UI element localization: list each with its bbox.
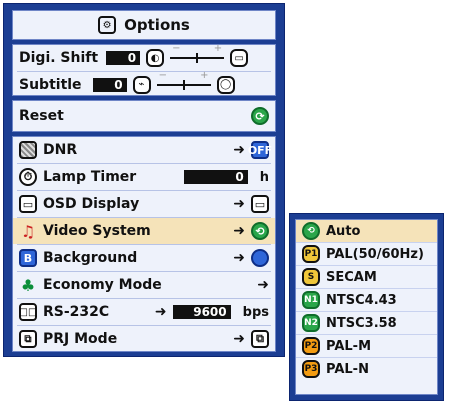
adjust-box: Digi. Shift 0 ◐ − + ▭ Subtitle 0 ⌁ − + ◯ bbox=[12, 43, 276, 96]
video-option-pal-m-label: PAL-M bbox=[326, 338, 372, 354]
p2-icon: P2 bbox=[302, 337, 320, 355]
prj-mode-label: PRJ Mode bbox=[43, 331, 118, 347]
video-system-label: Video System bbox=[43, 223, 151, 239]
digi-shift-label: Digi. Shift bbox=[19, 50, 99, 66]
menu-item-lamp-timer[interactable]: ⏱ Lamp Timer 0 h bbox=[13, 164, 275, 190]
prj-mode-icon: ⧉ bbox=[251, 330, 269, 348]
rs232c-value: 9600 bbox=[172, 305, 231, 319]
video-option-auto-label: Auto bbox=[326, 223, 361, 239]
video-option-pal-50-60-label: PAL(50/60Hz) bbox=[326, 246, 424, 262]
rs232c-arrow-icon: ➜ bbox=[154, 304, 167, 320]
video-option-pal-n-label: PAL-N bbox=[326, 361, 369, 377]
menu-title-text: Options bbox=[124, 16, 190, 34]
menu-item-prj-mode[interactable]: ⧉ PRJ Mode ➜ ⧉ bbox=[13, 326, 275, 352]
reset-label: Reset bbox=[19, 108, 64, 124]
lamp-timer-icon: ⏱ bbox=[19, 168, 37, 186]
video-option-ntsc443-label: NTSC4.43 bbox=[326, 292, 397, 308]
digi-shift-slider[interactable]: − + bbox=[170, 43, 225, 63]
dnr-arrow-icon: ➜ bbox=[233, 142, 245, 158]
auto-icon: ⟲ bbox=[251, 222, 269, 240]
reset-icon: ⟳ bbox=[251, 107, 269, 125]
osd-display-icon: ▭ bbox=[251, 195, 269, 213]
dnr-label: DNR bbox=[43, 142, 78, 158]
osd-display-arrow-icon: ➜ bbox=[233, 196, 245, 212]
economy-mode-label: Economy Mode bbox=[43, 277, 162, 293]
dnr-off-icon: OFF bbox=[248, 141, 272, 159]
video-option-ntsc358[interactable]: N2 NTSC3.58 bbox=[296, 311, 437, 334]
reset-row[interactable]: Reset ⟳ bbox=[13, 101, 275, 131]
video-system-options: ⟲ Auto P1 PAL(50/60Hz) S SECAM N1 NTSC4.… bbox=[295, 219, 438, 395]
menu-item-background[interactable]: B Background ➜ bbox=[13, 245, 275, 271]
dnr-icon bbox=[19, 141, 37, 159]
n2-icon: N2 bbox=[302, 314, 320, 332]
video-option-pal-m[interactable]: P2 PAL-M bbox=[296, 334, 437, 357]
subtitle-slider[interactable]: − + bbox=[156, 70, 211, 90]
menu-item-economy-mode[interactable]: ♣ Economy Mode ➜ bbox=[13, 272, 275, 298]
economy-mode-arrow-icon: ➜ bbox=[257, 277, 269, 293]
economy-mode-icon: ♣ bbox=[20, 275, 36, 295]
video-option-pal-50-60[interactable]: P1 PAL(50/60Hz) bbox=[296, 242, 437, 265]
auto-option-icon: ⟲ bbox=[302, 222, 320, 240]
subtitle-icon: ⌁ bbox=[132, 75, 151, 94]
lamp-timer-unit: h bbox=[259, 169, 269, 185]
video-option-pal-n[interactable]: P3 PAL-N bbox=[296, 357, 437, 380]
digi-shift-icon: ◐ bbox=[146, 49, 165, 67]
menu-item-dnr[interactable]: DNR ➜ OFF bbox=[13, 137, 275, 163]
subtitle-label: Subtitle bbox=[19, 76, 82, 93]
video-option-ntsc358-label: NTSC3.58 bbox=[326, 315, 397, 331]
video-option-secam[interactable]: S SECAM bbox=[296, 265, 437, 288]
background-icon: B bbox=[19, 249, 37, 267]
rs232c-label: RS-232C bbox=[43, 304, 110, 320]
subtitle-value[interactable]: 0 bbox=[92, 77, 127, 92]
options-menu: ⚙ Options Digi. Shift 0 ◐ − + ▭ Subtitle … bbox=[3, 3, 285, 357]
menu-item-video-system[interactable]: ♫ Video System ➜ ⟲ bbox=[13, 218, 275, 244]
p1-icon: P1 bbox=[302, 245, 320, 263]
video-option-ntsc443[interactable]: N1 NTSC4.43 bbox=[296, 288, 437, 311]
background-arrow-icon: ➜ bbox=[233, 250, 245, 266]
main-list: DNR ➜ OFF ⏱ Lamp Timer 0 h ▭ OSD Display… bbox=[12, 136, 276, 352]
video-system-arrow-icon: ➜ bbox=[233, 223, 245, 239]
video-system-icon: ♫ bbox=[20, 221, 36, 241]
n1-icon: N1 bbox=[302, 291, 320, 309]
background-blue-icon bbox=[251, 249, 269, 267]
options-icon: ⚙ bbox=[98, 16, 117, 34]
osd-display-left-icon: ▭ bbox=[19, 195, 37, 213]
menu-item-osd-display[interactable]: ▭ OSD Display ➜ ▭ bbox=[13, 191, 275, 217]
subtitle-end-icon: ◯ bbox=[216, 75, 235, 94]
video-option-secam-label: SECAM bbox=[326, 269, 377, 285]
prj-mode-arrow-icon: ➜ bbox=[233, 331, 245, 347]
rs232c-unit: bps bbox=[242, 304, 269, 320]
reset-box: Reset ⟳ bbox=[12, 100, 276, 132]
video-option-auto[interactable]: ⟲ Auto bbox=[296, 220, 437, 242]
digi-shift-end-icon: ▭ bbox=[230, 49, 249, 67]
background-label: Background bbox=[43, 250, 138, 266]
digi-shift-value[interactable]: 0 bbox=[106, 51, 141, 65]
osd-display-label: OSD Display bbox=[43, 196, 140, 212]
prj-mode-left-icon: ⧉ bbox=[19, 330, 37, 348]
video-system-submenu: ⟲ Auto P1 PAL(50/60Hz) S SECAM N1 NTSC4.… bbox=[289, 213, 444, 401]
secam-icon: S bbox=[302, 268, 320, 286]
lamp-timer-value: 0 bbox=[183, 170, 248, 184]
p3-icon: P3 bbox=[302, 360, 320, 378]
lamp-timer-label: Lamp Timer bbox=[43, 169, 137, 185]
menu-item-rs232c[interactable]: □□ RS-232C ➜ 9600 bps bbox=[13, 299, 275, 325]
rs232c-icon: □□ bbox=[19, 303, 37, 321]
menu-title: ⚙ Options bbox=[12, 10, 276, 40]
